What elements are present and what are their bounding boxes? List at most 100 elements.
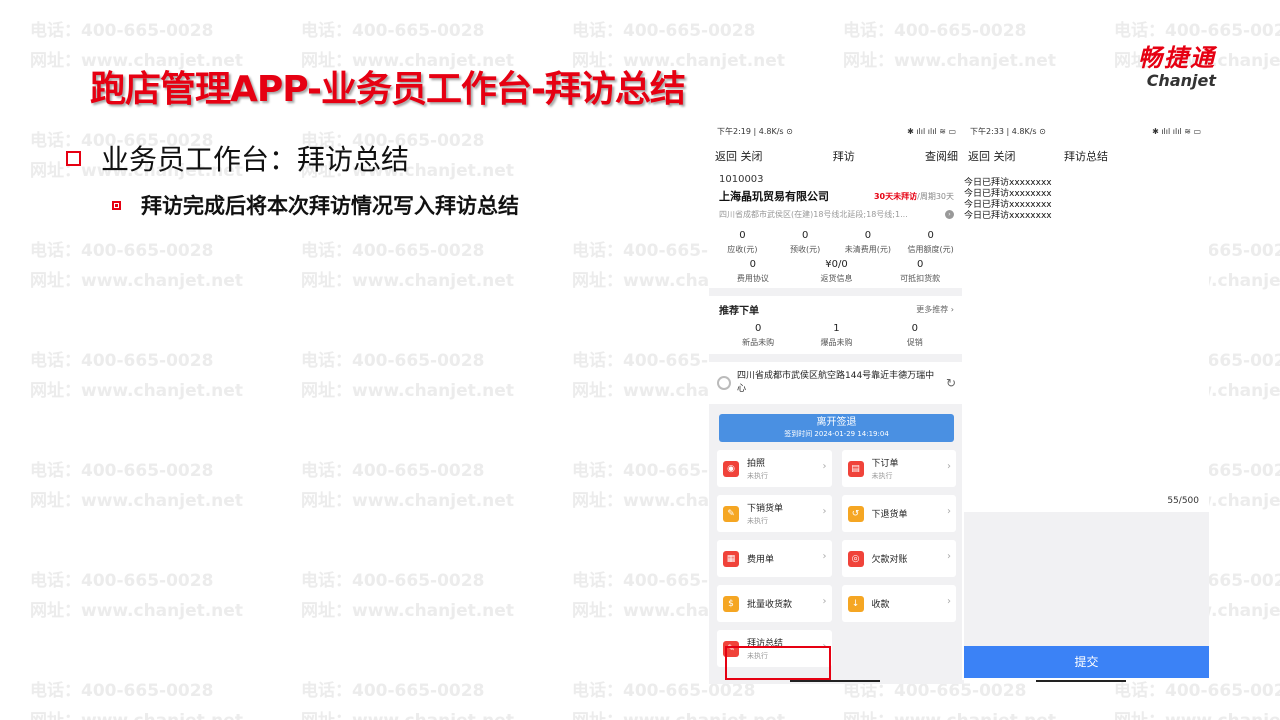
action-tile[interactable]: $ 批量收货款 › [717, 585, 832, 622]
summary-line: 今日已拜访xxxxxxxx [964, 189, 1052, 199]
watermark-text: 电话：400-665-0028网址：www.chanjet.net [301, 571, 514, 621]
tile-name: 下订单 [871, 459, 899, 469]
summary-line: 今日已拜访xxxxxxxx [964, 200, 1052, 210]
chanjet-logo: 畅捷通 Chanjet [1088, 44, 1216, 90]
watermark-text: 电话：400-665-0028网址：www.chanjet.net [301, 241, 514, 291]
order-icon: ▤ [847, 460, 864, 477]
action-tile[interactable]: ◎ 欠款对账 › [841, 540, 956, 577]
location-icon [717, 376, 731, 390]
submit-button[interactable]: 提交 [964, 646, 1209, 678]
metric-value: 0 [749, 259, 757, 270]
customer-card[interactable]: 1010003 上海晶玑贸易有限公司 30天未拜访/周期30天 四川省成都市武侯… [709, 170, 964, 224]
recommend-value: 0 [754, 323, 762, 334]
watermark-text: 电话：400-665-0028网址：www.chanjet.net [843, 21, 1056, 71]
customer-name: 上海晶玑贸易有限公司 [719, 190, 829, 203]
action-tile[interactable]: ▤ 下订单 未执行 › [841, 450, 956, 487]
metric-item[interactable]: 0 未清费用(元) [837, 230, 900, 255]
tile-name: 下销货单 [747, 504, 784, 514]
recommend-item[interactable]: 1 爆品未购 [797, 323, 875, 348]
slide-title: 跑店管理APP-业务员工作台-拜访总结 [90, 69, 686, 110]
metric-item[interactable]: 0 应收(元) [711, 230, 774, 255]
home-indicator [790, 680, 880, 682]
collect-icon: ↓ [847, 595, 864, 612]
recommend-item[interactable]: 0 新品未购 [719, 323, 797, 348]
chevron-right-icon: › [822, 596, 827, 607]
location-address: 四川省成都市武侯区航空路144号靠近丰德万瑞中心 [737, 371, 935, 394]
metric-label: 返货信息 [820, 274, 853, 283]
bullet-level2: 拜访完成后将本次拜访情况写入拜访总结 [112, 190, 519, 220]
watermark-text: 电话：400-665-0028网址：www.chanjet.net [30, 571, 243, 621]
money-bag-icon: $ [723, 595, 739, 612]
bullet-level2-text: 拜访完成后将本次拜访情况写入拜访总结 [141, 194, 519, 218]
status-time: 下午2:19 | 4.8K/s ⊙ [717, 126, 793, 136]
bullet-square-icon [66, 150, 81, 166]
metric-label: 费用协议 [736, 274, 769, 283]
metric-value: 0 [864, 230, 872, 241]
watermark-text: 电话：400-665-0028网址：www.chanjet.net [30, 681, 243, 720]
chevron-right-icon: › [947, 551, 951, 562]
location-bar: 四川省成都市武侯区航空路144号靠近丰德万瑞中心 ↻ [709, 362, 964, 404]
action-tile[interactable]: ▦ 费用单 › [717, 540, 832, 577]
camera-icon: ◉ [723, 460, 739, 477]
action-tile[interactable]: ◉ 拍照未执行 › [717, 450, 832, 487]
metric-item[interactable]: 0 预收(元) [774, 230, 837, 255]
nav-bar: 返回 关闭 拜访 查阅细 [709, 142, 964, 170]
metric-value: 0 [927, 230, 934, 241]
leave-checkout-button[interactable]: 离开签退 签到时间 2024-01-29 14:19:04 [719, 414, 954, 442]
metric-item[interactable]: 0 可抵扣货款 [878, 259, 962, 284]
detail-button[interactable]: 查阅细 [925, 148, 958, 164]
visit-days: 30天未拜访 [873, 191, 918, 201]
status-bar: 下午2:19 | 4.8K/s ⊙ ✱ ılıl ılıl ≋ ▭ [709, 120, 964, 142]
logo-chinese: 畅捷通 [1138, 43, 1216, 72]
metric-value: 0 [916, 259, 924, 270]
nav-title: 拜访 [832, 150, 855, 163]
summary-line: 今日已拜访xxxxxxxx [964, 178, 1052, 188]
chevron-right-icon: › [822, 551, 827, 562]
action-tile[interactable]: ↓ 收款 › [841, 585, 956, 622]
tile-name: 收款 [871, 600, 890, 610]
status-icons: ✱ ılıl ılıl ≋ ▭ [1152, 126, 1201, 136]
visit-cycle: /周期30天 [917, 191, 954, 201]
metric-item[interactable]: 0 信用额度(元) [899, 230, 962, 255]
expense-icon: ▦ [723, 550, 739, 567]
back-button[interactable]: 返回 [968, 150, 990, 163]
recommend-label: 爆品未购 [820, 338, 853, 347]
chevron-right-icon: › [822, 461, 827, 472]
back-button[interactable]: 返回 [715, 150, 737, 163]
home-indicator [1036, 680, 1126, 682]
action-tile[interactable]: ✎ 下销货单 未执行 › [717, 495, 832, 532]
action-tile[interactable]: ↺ 下退货单 › [841, 495, 956, 532]
recommend-item[interactable]: 0 促销 [876, 323, 954, 348]
tile-name: 拍照 [747, 459, 766, 469]
nav-title: 拜访总结 [1064, 150, 1108, 163]
refresh-icon[interactable]: ↻ [946, 376, 956, 390]
status-time: 下午2:33 | 4.8K/s ⊙ [970, 126, 1046, 136]
close-button[interactable]: 关闭 [994, 150, 1016, 163]
tile-status: 未执行 [747, 472, 768, 480]
metric-label: 可抵扣货款 [900, 274, 941, 283]
metric-label: 预收(元) [790, 245, 821, 254]
customer-address: 四川省成都市武侯区(在建)18号线北延段;18号线;1... [719, 210, 908, 219]
tile-status: 未执行 [747, 517, 768, 525]
recommend-title: 推荐下单 [719, 306, 759, 317]
chevron-right-icon: › [947, 461, 951, 472]
metric-label: 未清费用(元) [844, 245, 891, 254]
summary-textarea[interactable]: 今日已拜访xxxxxxxx 今日已拜访xxxxxxxx 今日已拜访xxxxxxxx 今… [962, 172, 1209, 512]
more-recommend-link[interactable]: 更多推荐 › [916, 304, 954, 315]
status-bar: 下午2:33 | 4.8K/s ⊙ ✱ ılıl ılıl ≋ ▭ [962, 120, 1209, 142]
metric-label: 应收(元) [727, 245, 758, 254]
sales-icon: ✎ [723, 505, 739, 522]
phone-visit-screen: 下午2:19 | 4.8K/s ⊙ ✱ ılıl ılıl ≋ ▭ 返回 关闭 … [709, 120, 964, 684]
recommend-section: 推荐下单 更多推荐 › 0 新品未购 1 爆品未购 0 促销 [709, 296, 964, 354]
metric-item[interactable]: ¥0/0 返货信息 [795, 259, 879, 284]
metric-item[interactable]: 0 费用协议 [711, 259, 795, 284]
watermark-text: 电话：400-665-0028网址：www.chanjet.net [30, 461, 243, 511]
chevron-right-icon[interactable]: › [945, 210, 954, 219]
watermark-text: 电话：400-665-0028网址：www.chanjet.net [30, 351, 243, 401]
close-button[interactable]: 关闭 [741, 150, 763, 163]
chevron-right-icon: › [947, 596, 951, 607]
metrics-panel: 0 应收(元) 0 预收(元) 0 未清费用(元) 0 信用额度(元) 0 费用协议 ¥0/0 返货… [709, 224, 964, 288]
tile-name: 费用单 [747, 555, 775, 565]
recommend-value: 1 [833, 323, 840, 334]
watermark-text: 电话：400-665-0028网址：www.chanjet.net [30, 241, 243, 291]
